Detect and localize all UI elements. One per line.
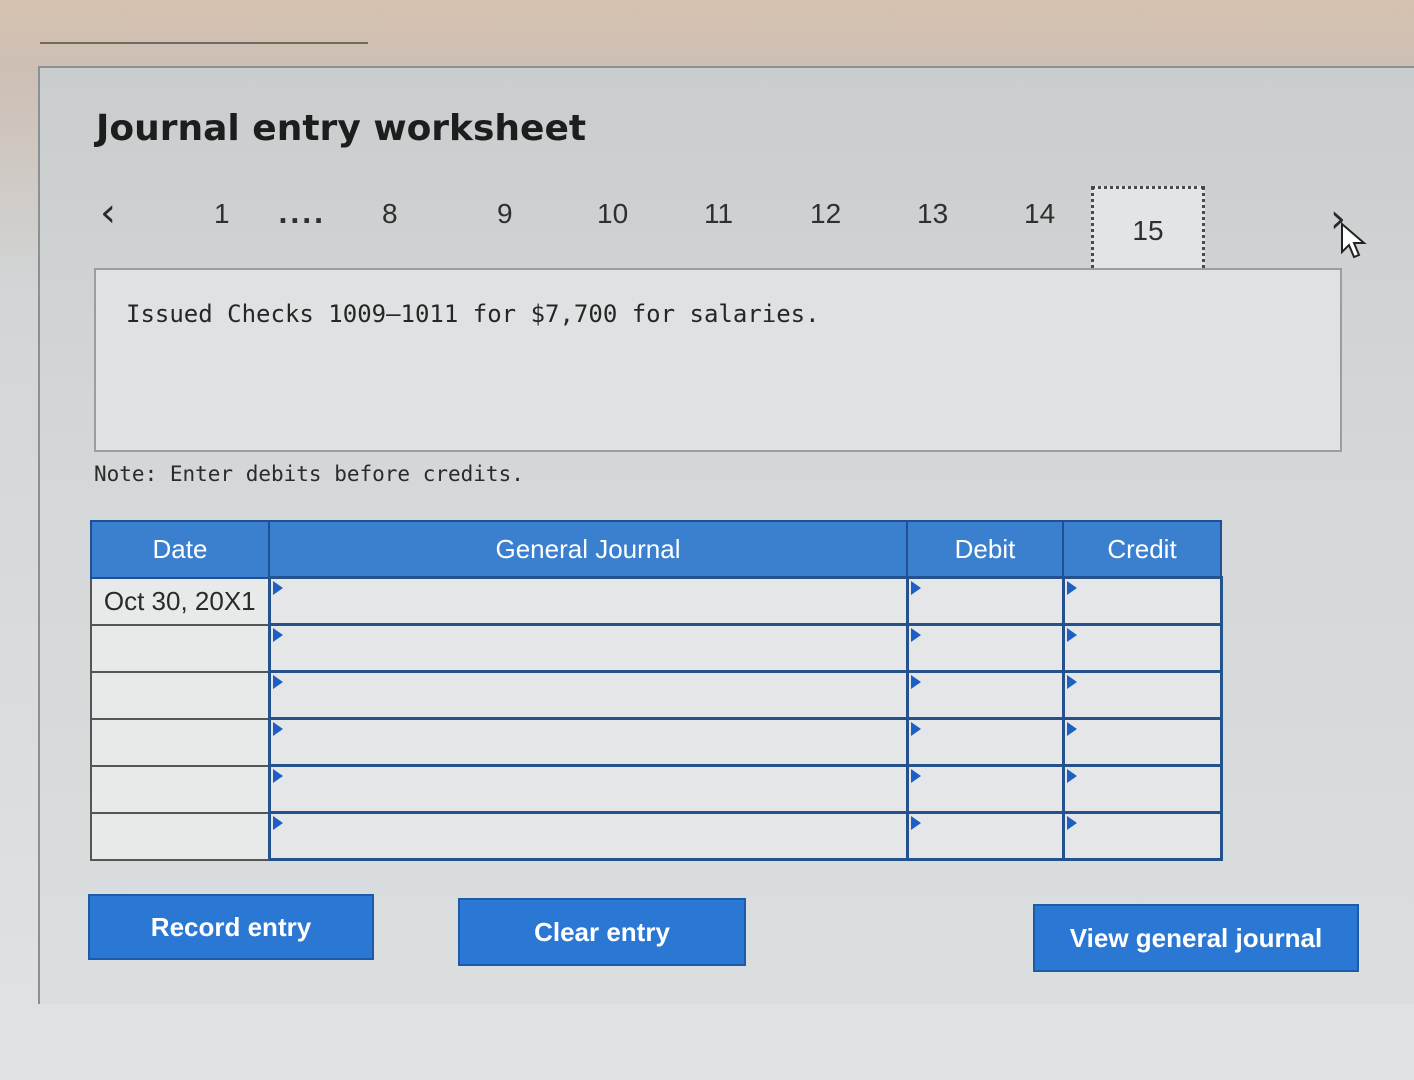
- account-input[interactable]: [267, 576, 909, 626]
- table-header-row: Date General Journal Debit Credit: [90, 520, 1222, 579]
- dropdown-flag-icon: [272, 722, 283, 736]
- date-cell: [90, 670, 270, 720]
- header-general-journal: General Journal: [268, 520, 908, 579]
- dropdown-flag-icon: [910, 816, 921, 830]
- date-cell: [90, 764, 270, 814]
- mouse-pointer-icon: [1341, 222, 1367, 259]
- credit-input[interactable]: [1061, 764, 1223, 814]
- dropdown-flag-icon: [1066, 816, 1077, 830]
- dropdown-flag-icon: [1066, 581, 1077, 595]
- clear-entry-button[interactable]: Clear entry: [458, 898, 746, 966]
- page-tab-14[interactable]: 14: [1024, 198, 1055, 230]
- credit-input[interactable]: [1061, 623, 1223, 673]
- account-input[interactable]: [267, 670, 909, 720]
- page-tab-11[interactable]: 11: [704, 198, 733, 230]
- debit-input[interactable]: [905, 576, 1065, 626]
- entry-note: Note: Enter debits before credits.: [94, 462, 524, 486]
- credit-input[interactable]: [1061, 811, 1223, 861]
- dropdown-flag-icon: [1066, 628, 1077, 642]
- account-input[interactable]: [267, 811, 909, 861]
- dropdown-flag-icon: [910, 722, 921, 736]
- account-input[interactable]: [267, 764, 909, 814]
- dropdown-flag-icon: [1066, 769, 1077, 783]
- top-divider: [40, 42, 368, 44]
- dropdown-flag-icon: [910, 769, 921, 783]
- dropdown-flag-icon: [1066, 722, 1077, 736]
- date-cell: [90, 623, 270, 673]
- journal-entry-table: Date General Journal Debit Credit Oct 30…: [90, 520, 1223, 861]
- credit-input[interactable]: [1061, 576, 1223, 626]
- account-input[interactable]: [267, 623, 909, 673]
- table-row: Oct 30, 20X1: [90, 576, 1223, 626]
- dropdown-flag-icon: [272, 816, 283, 830]
- debit-input[interactable]: [905, 764, 1065, 814]
- table-row: [90, 764, 1223, 814]
- header-credit: Credit: [1062, 520, 1222, 579]
- dropdown-flag-icon: [272, 628, 283, 642]
- page-tab-12[interactable]: 12: [810, 198, 841, 230]
- dropdown-flag-icon: [910, 675, 921, 689]
- credit-input[interactable]: [1061, 717, 1223, 767]
- page-title: Journal entry worksheet: [96, 108, 587, 149]
- dropdown-flag-icon: [272, 769, 283, 783]
- dropdown-flag-icon: [1066, 675, 1077, 689]
- debit-input[interactable]: [905, 811, 1065, 861]
- table-row: [90, 811, 1223, 861]
- debit-input[interactable]: [905, 717, 1065, 767]
- dropdown-flag-icon: [272, 581, 283, 595]
- credit-input[interactable]: [1061, 670, 1223, 720]
- header-date: Date: [90, 520, 270, 579]
- account-input[interactable]: [267, 717, 909, 767]
- page-tab-8[interactable]: 8: [382, 198, 398, 230]
- header-debit: Debit: [906, 520, 1064, 579]
- date-cell: [90, 717, 270, 767]
- debit-input[interactable]: [905, 623, 1065, 673]
- view-general-journal-button[interactable]: View general journal: [1033, 904, 1359, 972]
- date-cell: Oct 30, 20X1: [90, 576, 270, 626]
- page-tab-9[interactable]: 9: [497, 198, 513, 230]
- prev-page-arrow-icon[interactable]: ‹: [100, 190, 116, 236]
- page-ellipsis: ....: [278, 200, 326, 230]
- table-row: [90, 717, 1223, 767]
- dropdown-flag-icon: [910, 628, 921, 642]
- transaction-description-box: Issued Checks 1009–1011 for $7,700 for s…: [94, 268, 1342, 452]
- table-row: [90, 670, 1223, 720]
- page-tab-15-active[interactable]: 15: [1091, 186, 1205, 276]
- date-cell: [90, 811, 270, 861]
- table-row: [90, 623, 1223, 673]
- debit-input[interactable]: [905, 670, 1065, 720]
- page-tab-13[interactable]: 13: [917, 198, 948, 230]
- record-entry-button[interactable]: Record entry: [88, 894, 374, 960]
- page-tab-1[interactable]: 1: [214, 198, 230, 230]
- dropdown-flag-icon: [272, 675, 283, 689]
- page-tab-10[interactable]: 10: [597, 198, 628, 230]
- transaction-description: Issued Checks 1009–1011 for $7,700 for s…: [126, 300, 820, 328]
- dropdown-flag-icon: [910, 581, 921, 595]
